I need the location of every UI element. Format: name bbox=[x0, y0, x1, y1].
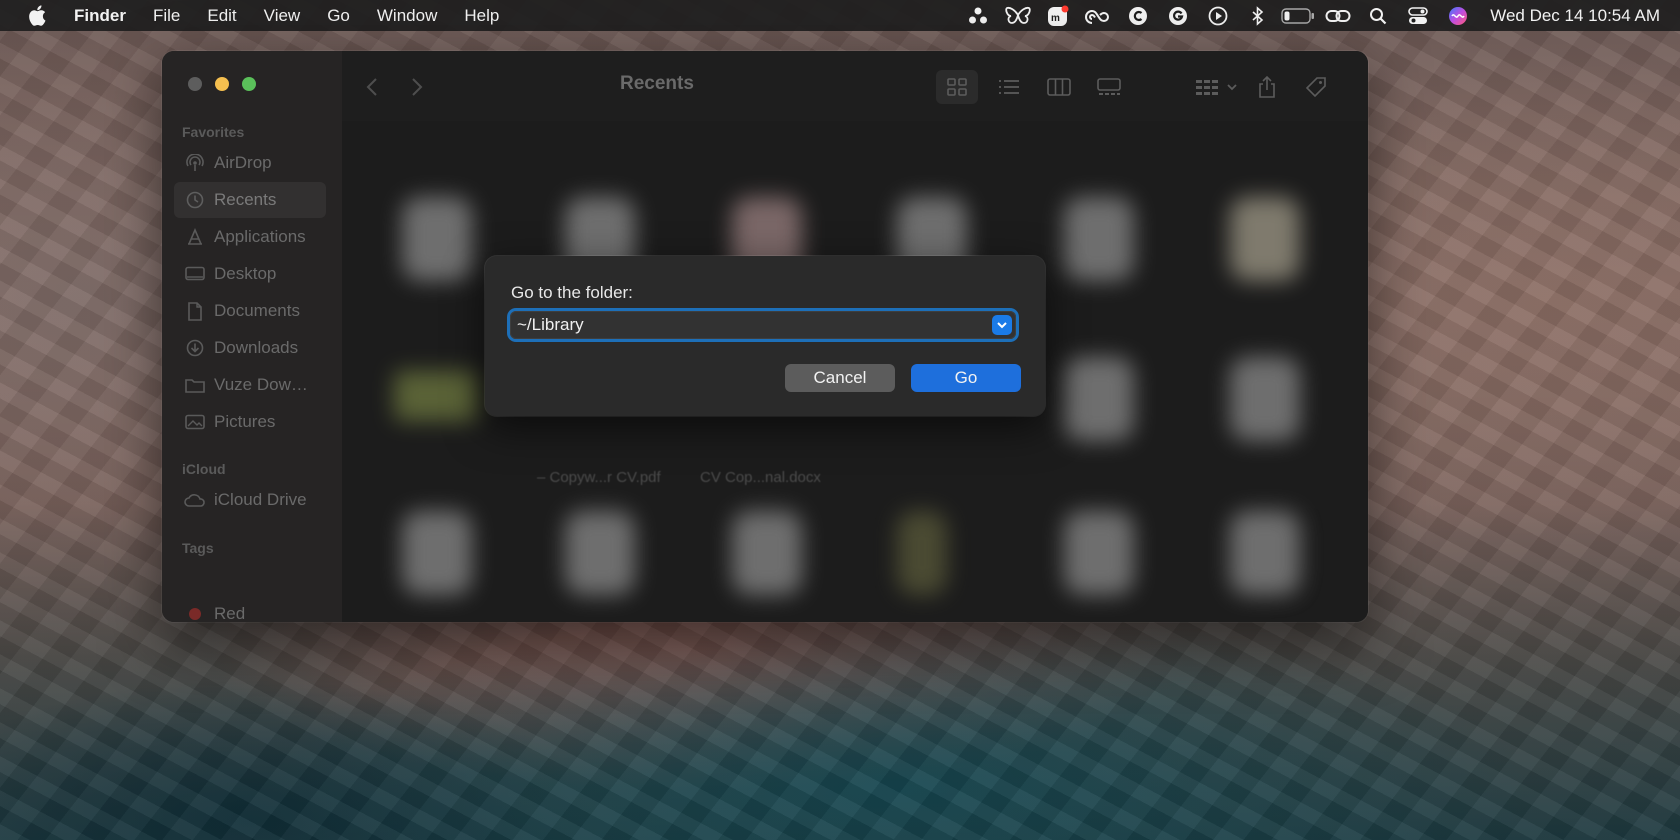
sidebar-item-label: Recents bbox=[214, 190, 277, 209]
sidebar-item-label: Applications bbox=[214, 227, 306, 246]
pictures-icon bbox=[184, 414, 206, 430]
dots-icon[interactable] bbox=[958, 0, 998, 31]
search-icon[interactable] bbox=[1358, 0, 1398, 31]
sidebar-item-label: Downloads bbox=[214, 338, 299, 357]
sidebar-item-label: Vuze Downloads bbox=[214, 375, 314, 394]
grammarly-icon[interactable] bbox=[1158, 0, 1198, 31]
sidebar-item-tag-red[interactable]: Red bbox=[174, 596, 326, 622]
siri-icon[interactable] bbox=[1438, 0, 1478, 31]
creative-cloud-icon[interactable] bbox=[1078, 0, 1118, 31]
go-to-folder-dialog: Go to the folder: Cancel Go bbox=[485, 256, 1045, 416]
applications-icon bbox=[184, 228, 206, 246]
control-center-icon[interactable] bbox=[1398, 0, 1438, 31]
chevron-down-icon[interactable] bbox=[992, 315, 1012, 335]
favorites-header: Favorites bbox=[182, 124, 245, 140]
sidebar-item-pictures[interactable]: Pictures bbox=[174, 404, 326, 440]
sidebar-item-downloads[interactable]: Downloads bbox=[174, 330, 326, 366]
finder-toolbar: Recents bbox=[342, 51, 1368, 121]
menu-file[interactable]: File bbox=[153, 6, 180, 26]
file-thumbnail[interactable] bbox=[897, 511, 947, 595]
share-icon[interactable] bbox=[1254, 73, 1280, 101]
c-circle-icon[interactable] bbox=[1118, 0, 1158, 31]
file-thumbnail[interactable] bbox=[1230, 197, 1300, 281]
forward-arrow-icon[interactable] bbox=[405, 73, 429, 101]
tags-header: Tags bbox=[182, 540, 214, 556]
column-view-icon[interactable] bbox=[1044, 73, 1074, 101]
desktop-icon bbox=[184, 266, 206, 282]
folder-path-field bbox=[510, 311, 1016, 339]
mm-app-icon[interactable]: m bbox=[1038, 0, 1078, 31]
window-controls bbox=[188, 77, 256, 91]
go-button[interactable]: Go bbox=[911, 364, 1021, 392]
list-view-icon[interactable] bbox=[994, 73, 1024, 101]
file-thumbnail[interactable] bbox=[1064, 511, 1134, 595]
file-thumbnail[interactable] bbox=[565, 511, 635, 595]
sidebar-item-label: Red bbox=[214, 604, 246, 622]
sidebar-item-applications[interactable]: Applications bbox=[174, 219, 326, 255]
svg-text:m: m bbox=[1051, 13, 1060, 24]
butterfly-icon[interactable] bbox=[998, 0, 1038, 31]
menu-help[interactable]: Help bbox=[464, 6, 499, 26]
icloud-header: iCloud bbox=[182, 461, 226, 477]
link-icon[interactable] bbox=[1318, 0, 1358, 31]
apple-icon[interactable] bbox=[28, 5, 50, 26]
menu-view[interactable]: View bbox=[264, 6, 301, 26]
clock-icon bbox=[184, 191, 206, 209]
file-thumbnail[interactable] bbox=[1230, 511, 1300, 595]
document-icon bbox=[184, 301, 206, 321]
file-name: CV Cop...nal.docx bbox=[700, 469, 821, 486]
folder-icon bbox=[184, 377, 206, 393]
menu-finder[interactable]: Finder bbox=[74, 6, 126, 26]
menu-go[interactable]: Go bbox=[327, 6, 350, 26]
sidebar-item-airdrop[interactable]: AirDrop bbox=[174, 145, 326, 181]
sidebar-item-label: Pictures bbox=[214, 412, 276, 431]
menu-edit[interactable]: Edit bbox=[207, 6, 236, 26]
file-thumbnail[interactable] bbox=[1230, 357, 1300, 441]
group-by-icon[interactable] bbox=[1192, 73, 1242, 101]
finder-sidebar: Favorites AirDrop Recents Applications D… bbox=[162, 51, 343, 622]
zoom-window-button[interactable] bbox=[242, 77, 256, 91]
sidebar-item-label: AirDrop bbox=[214, 153, 272, 172]
sidebar-item-label: Documents bbox=[214, 301, 300, 320]
sidebar-item-label: Desktop bbox=[214, 264, 277, 283]
downloads-icon bbox=[184, 339, 206, 357]
sidebar-item-desktop[interactable]: Desktop bbox=[174, 256, 326, 292]
window-title: Recents bbox=[620, 73, 694, 94]
menu-window[interactable]: Window bbox=[377, 6, 437, 26]
menu-bar: Finder File Edit View Go Window Help m W… bbox=[0, 0, 1680, 31]
play-icon[interactable] bbox=[1198, 0, 1238, 31]
more-actions-icon[interactable] bbox=[1367, 73, 1368, 101]
battery-icon bbox=[1278, 0, 1318, 31]
sidebar-item-documents[interactable]: Documents bbox=[174, 293, 326, 329]
tag-icon[interactable] bbox=[1302, 73, 1330, 101]
folder-path-input[interactable] bbox=[510, 311, 992, 339]
minimize-window-button[interactable] bbox=[215, 77, 229, 91]
dialog-prompt: Go to the folder: bbox=[511, 283, 633, 302]
back-arrow-icon[interactable] bbox=[360, 73, 384, 101]
menu-clock[interactable]: Wed Dec 14 10:54 AM bbox=[1490, 6, 1660, 26]
file-thumbnail[interactable] bbox=[1064, 357, 1134, 441]
file-thumbnail[interactable] bbox=[732, 511, 802, 595]
red-tag-icon bbox=[184, 607, 206, 621]
file-thumbnail[interactable] bbox=[402, 511, 472, 595]
airdrop-icon bbox=[184, 154, 206, 172]
close-window-button[interactable] bbox=[188, 77, 202, 91]
file-thumbnail[interactable] bbox=[1064, 197, 1134, 281]
cloud-icon bbox=[184, 493, 206, 507]
cancel-button[interactable]: Cancel bbox=[785, 364, 895, 392]
sidebar-item-label: iCloud Drive bbox=[214, 490, 307, 509]
icon-view-icon[interactable] bbox=[936, 70, 978, 104]
bluetooth-icon[interactable] bbox=[1238, 0, 1278, 31]
file-name: – Copyw...r CV.pdf bbox=[537, 469, 661, 486]
sidebar-item-vuze-downloads[interactable]: Vuze Downloads bbox=[174, 367, 326, 403]
sidebar-item-recents[interactable]: Recents bbox=[174, 182, 326, 218]
sidebar-item-icloud-drive[interactable]: iCloud Drive bbox=[174, 482, 326, 518]
file-thumbnail[interactable] bbox=[402, 197, 472, 281]
file-thumbnail[interactable] bbox=[394, 371, 478, 421]
gallery-view-icon[interactable] bbox=[1094, 73, 1124, 101]
